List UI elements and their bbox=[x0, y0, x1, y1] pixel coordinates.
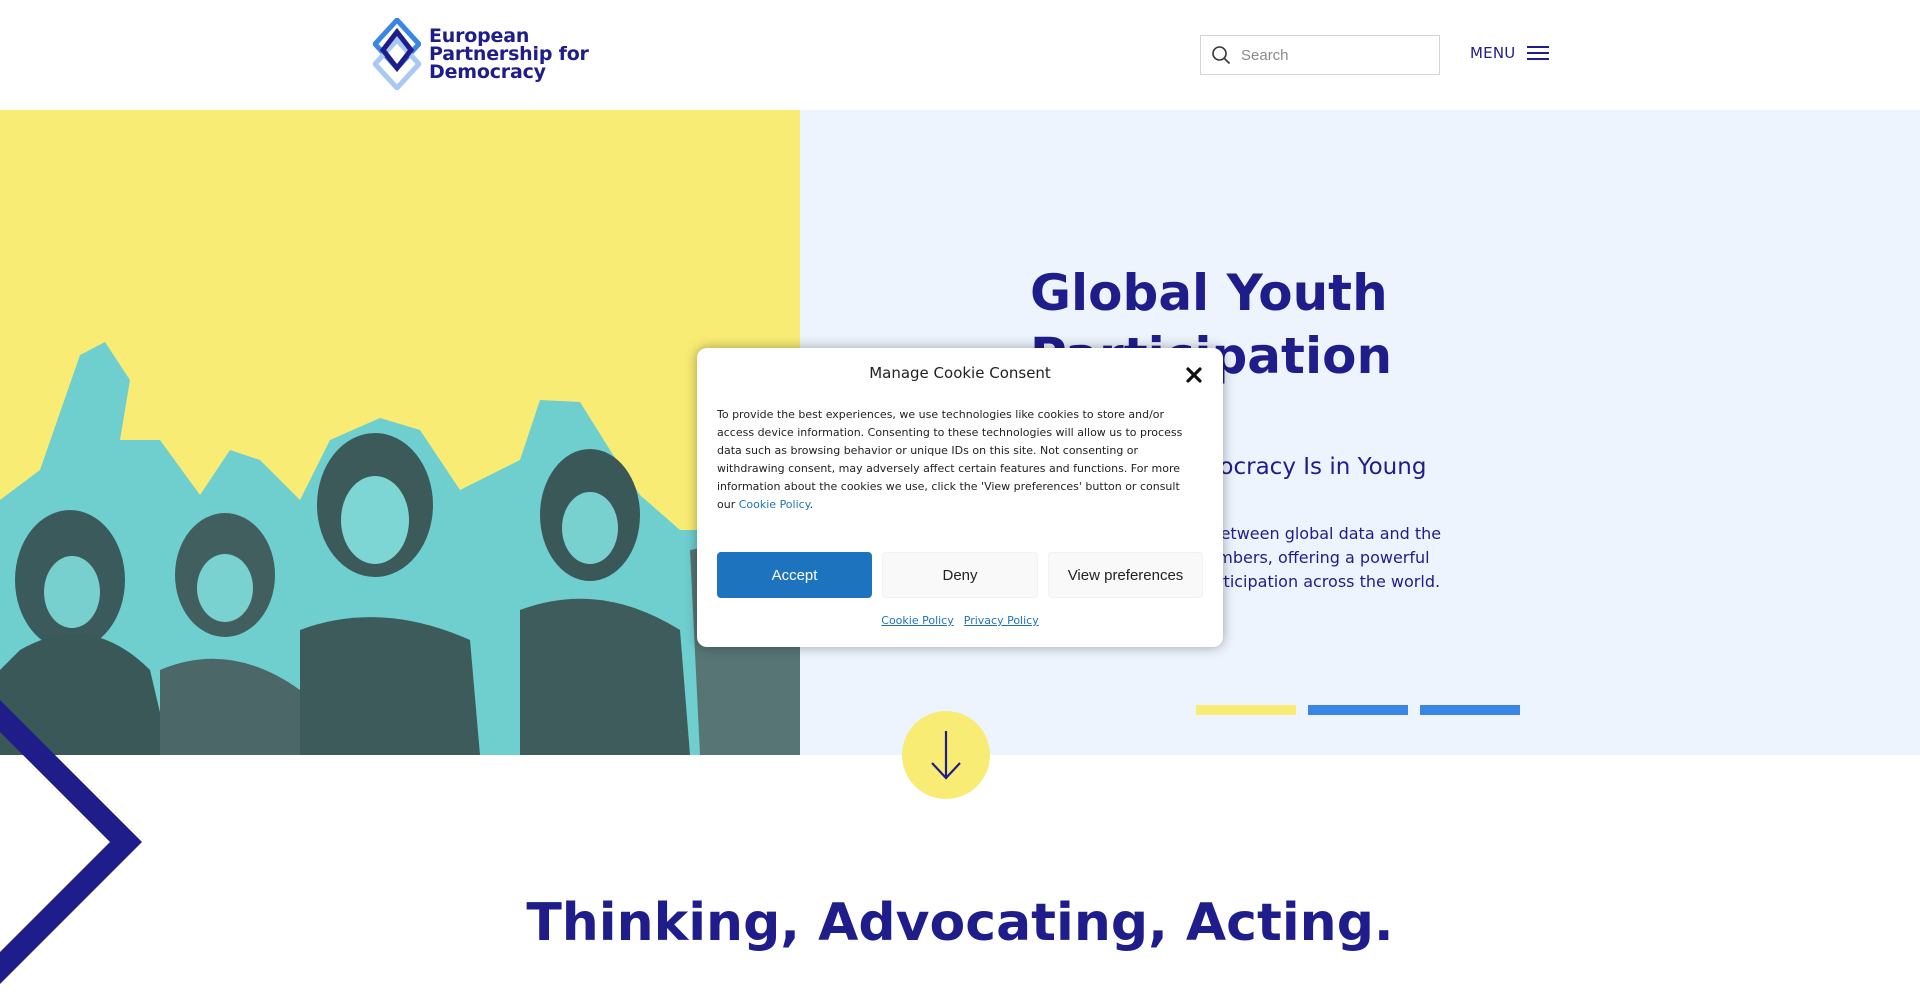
menu-label: MENU bbox=[1470, 44, 1516, 62]
youth-group-illustration bbox=[0, 342, 800, 755]
slider-dot-3[interactable] bbox=[1420, 705, 1520, 715]
hero-text-line: numbers, offering a powerful bbox=[1197, 548, 1430, 567]
view-preferences-button[interactable]: View preferences bbox=[1048, 552, 1203, 598]
search-icon bbox=[1212, 46, 1231, 65]
site-logo[interactable]: European Partnership for Democracy bbox=[373, 18, 589, 90]
hero-image bbox=[0, 110, 800, 755]
cookie-modal-title: Manage Cookie Consent bbox=[869, 364, 1051, 382]
site-header: European Partnership for Democracy MENU bbox=[0, 0, 1920, 110]
cookie-consent-modal: Manage Cookie Consent To provide the bes… bbox=[697, 348, 1223, 647]
logo-text: European Partnership for Democracy bbox=[429, 27, 589, 83]
cookie-message-end: . bbox=[809, 498, 814, 511]
cookie-policy-link[interactable]: Cookie Policy bbox=[881, 614, 953, 627]
hero-text-line: s between global data and the bbox=[1197, 524, 1442, 543]
arrow-down-icon bbox=[931, 731, 961, 780]
cookie-policy-inline-link[interactable]: Cookie Policy bbox=[739, 498, 810, 511]
hamburger-icon bbox=[1527, 46, 1550, 60]
cookie-message-text: To provide the best experiences, we use … bbox=[717, 408, 1183, 511]
logo-line: Democracy bbox=[429, 61, 546, 83]
privacy-policy-link[interactable]: Privacy Policy bbox=[964, 614, 1039, 627]
cookie-footer-links: Cookie Policy Privacy Policy bbox=[697, 614, 1223, 627]
hero-text-line: participation across the world. bbox=[1197, 572, 1441, 591]
slider-dot-2[interactable] bbox=[1308, 705, 1408, 715]
section-title: Thinking, Advocating, Acting. bbox=[526, 893, 1394, 953]
close-icon[interactable] bbox=[1183, 364, 1205, 386]
deny-button[interactable]: Deny bbox=[882, 552, 1038, 598]
cookie-message: To provide the best experiences, we use … bbox=[717, 406, 1197, 514]
menu-button[interactable]: MENU bbox=[1470, 44, 1550, 62]
accept-button[interactable]: Accept bbox=[717, 552, 872, 598]
hero-subtitle-text: mocracy Is in Young bbox=[1197, 454, 1427, 480]
slider-pagination bbox=[1196, 705, 1520, 715]
slider-dot-1[interactable] bbox=[1196, 705, 1296, 715]
search-input[interactable] bbox=[1241, 46, 1421, 64]
scroll-down-button[interactable] bbox=[902, 711, 990, 799]
diamond-logo-icon bbox=[373, 18, 421, 90]
search-box[interactable] bbox=[1200, 35, 1440, 75]
